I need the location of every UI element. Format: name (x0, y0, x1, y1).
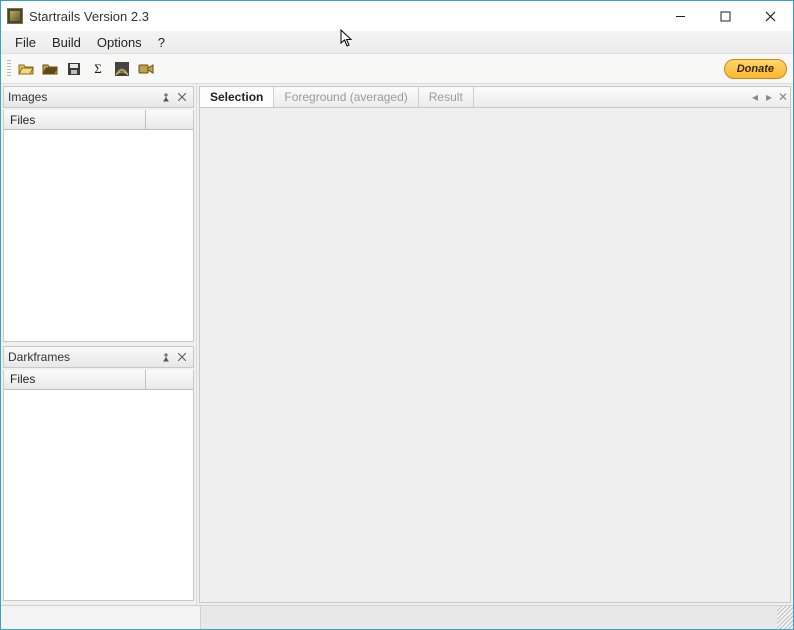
tab-next-icon[interactable]: ▸ (762, 87, 776, 107)
darkframes-list[interactable]: Files (3, 370, 194, 602)
menubar: File Build Options ? (1, 31, 793, 54)
video-button[interactable] (135, 58, 157, 80)
app-icon (7, 8, 23, 24)
tab-prev-icon[interactable]: ◂ (748, 87, 762, 107)
donate-button[interactable]: Donate (724, 59, 787, 79)
tab-result[interactable]: Result (419, 87, 474, 107)
open-darkframes-button[interactable] (39, 58, 61, 80)
darkframes-column-spacer (146, 370, 193, 390)
menu-build[interactable]: Build (44, 35, 89, 50)
menu-help[interactable]: ? (150, 35, 173, 50)
startrails-button[interactable] (111, 58, 133, 80)
client-area: Images Files Darkframes (1, 84, 793, 605)
average-button[interactable]: Σ (87, 58, 109, 80)
menu-options[interactable]: Options (89, 35, 150, 50)
window-title: Startrails Version 2.3 (29, 9, 149, 24)
images-list[interactable]: Files (3, 110, 194, 342)
minimize-button[interactable] (658, 1, 703, 31)
images-list-area[interactable] (4, 130, 193, 341)
darkframes-column-header[interactable]: Files (4, 370, 146, 390)
darkframes-panel-title: Darkframes (8, 350, 70, 364)
images-column-header[interactable]: Files (4, 110, 146, 130)
titlebar: Startrails Version 2.3 (1, 1, 793, 31)
save-button[interactable] (63, 58, 85, 80)
close-button[interactable] (748, 1, 793, 31)
pin-icon[interactable] (159, 90, 173, 104)
maximize-button[interactable] (703, 1, 748, 31)
left-sidebar: Images Files Darkframes (1, 84, 197, 605)
menu-file[interactable]: File (7, 35, 44, 50)
tab-selection[interactable]: Selection (200, 87, 274, 107)
resize-grip[interactable] (777, 606, 793, 629)
tabstrip: Selection Foreground (averaged) Result ◂… (199, 86, 791, 108)
darkframes-list-area[interactable] (4, 390, 193, 601)
pin-icon[interactable] (159, 350, 173, 364)
images-panel-title: Images (8, 90, 47, 104)
tab-close-icon[interactable]: ✕ (776, 87, 790, 107)
close-icon[interactable] (175, 90, 189, 104)
svg-text:Σ: Σ (94, 61, 102, 76)
darkframes-panel-header[interactable]: Darkframes (3, 346, 194, 368)
images-panel: Images Files (3, 86, 194, 344)
tab-foreground[interactable]: Foreground (averaged) (274, 87, 418, 107)
darkframes-panel: Darkframes Files (3, 346, 194, 604)
images-panel-header[interactable]: Images (3, 86, 194, 108)
main-area: Selection Foreground (averaged) Result ◂… (199, 86, 791, 603)
status-left (1, 606, 201, 629)
content-area[interactable] (199, 108, 791, 603)
images-column-spacer (146, 110, 193, 130)
close-icon[interactable] (175, 350, 189, 364)
toolbar-grip[interactable] (7, 60, 11, 78)
open-images-button[interactable] (15, 58, 37, 80)
toolbar: Σ Donate (1, 54, 793, 84)
status-main (201, 606, 777, 629)
statusbar (1, 605, 793, 629)
